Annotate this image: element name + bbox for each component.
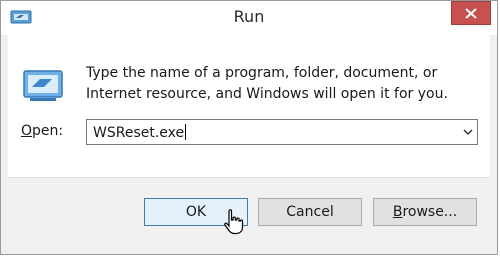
open-input[interactable]: WSReset.exe xyxy=(93,124,187,141)
mouse-pointer-icon xyxy=(224,209,244,235)
open-label-mnemonic: O xyxy=(21,123,33,139)
instruction-text: Type the name of a program, folder, docu… xyxy=(86,65,448,102)
browse-button[interactable]: Browse... xyxy=(373,198,477,226)
window-title: Run xyxy=(233,7,265,26)
browse-label-rest: rowse... xyxy=(402,204,458,220)
close-icon xyxy=(465,8,477,19)
dropdown-arrow-icon[interactable] xyxy=(463,128,473,136)
open-input-value: WSReset.exe xyxy=(93,125,185,141)
cancel-button[interactable]: Cancel xyxy=(258,198,362,226)
title-bar[interactable]: Run xyxy=(1,1,497,35)
browse-mnemonic: B xyxy=(392,204,403,220)
open-combobox[interactable]: WSReset.exe xyxy=(86,119,478,145)
dialog-content: Type the name of a program, folder, docu… xyxy=(8,35,490,177)
close-button[interactable] xyxy=(451,1,491,25)
content-divider xyxy=(8,177,490,178)
text-caret xyxy=(185,124,187,140)
open-label: Open: xyxy=(21,123,63,139)
run-dialog-window: Run Type the name of a program, folder, … xyxy=(0,0,498,255)
open-label-rest: pen: xyxy=(32,123,64,139)
run-dialog-icon xyxy=(23,70,63,101)
